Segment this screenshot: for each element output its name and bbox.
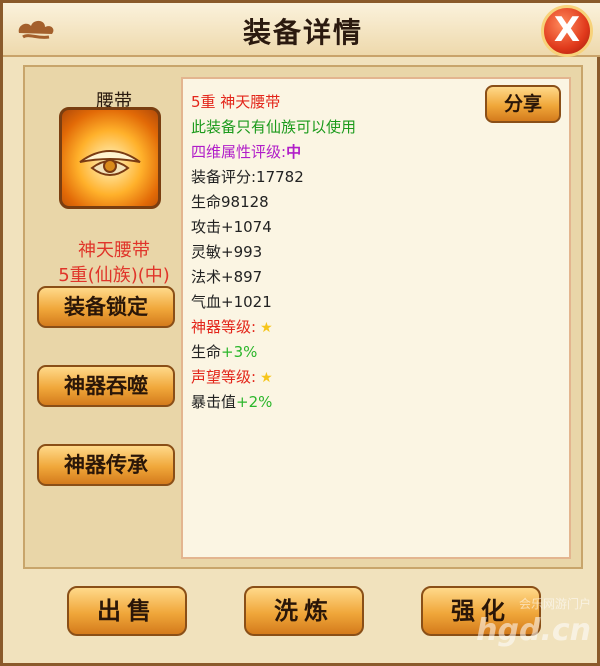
- detail-line-agility: 灵敏+993: [191, 243, 263, 261]
- item-subtitle: 5重(仙族)(中): [58, 265, 170, 286]
- detail-line-score: 装备评分:17782: [191, 168, 304, 186]
- detail-line-artifact-level: 神器等级: ★: [191, 316, 273, 337]
- detail-line-hp: 生命98128: [191, 193, 269, 211]
- detail-line-hp-bonus: 生命+3%: [191, 341, 257, 362]
- hp-bonus-value: +3%: [221, 343, 258, 361]
- wash-button[interactable]: 洗炼: [244, 586, 364, 636]
- detail-line-rank: 5重 神天腰带: [191, 93, 281, 111]
- item-name: 神天腰带: [78, 240, 150, 261]
- detail-line-rating: 四维属性评级:中: [191, 141, 301, 162]
- watermark-line1: 会乐网游门户: [518, 597, 591, 611]
- share-button[interactable]: 分享: [485, 85, 561, 123]
- sell-button[interactable]: 出售: [67, 586, 187, 636]
- detail-line-restriction: 此装备只有仙族可以使用: [191, 118, 357, 136]
- detail-line-crit: 暴击值+2%: [191, 391, 272, 412]
- detail-line-reputation-level: 声望等级: ★: [191, 366, 273, 387]
- equip-lock-button[interactable]: 装备锁定: [37, 286, 175, 328]
- detail-line-vitality: 气血+1021: [191, 293, 272, 311]
- hp-bonus-label: 生命: [191, 343, 222, 361]
- detail-line-magic: 法术+897: [191, 268, 263, 286]
- rating-label: 四维属性评级:: [191, 143, 287, 161]
- detail-line-attack: 攻击+1074: [191, 218, 272, 236]
- reputation-level-label: 声望等级:: [191, 368, 257, 386]
- crit-value: +2%: [236, 393, 273, 411]
- title-bar: 装备详情: [3, 3, 600, 57]
- star-icon: ★: [260, 320, 273, 336]
- close-button[interactable]: X: [541, 5, 593, 57]
- artifact-devour-button[interactable]: 神器吞噬: [37, 365, 175, 407]
- window-title: 装备详情: [242, 16, 363, 49]
- equipment-detail-window: 装备详情 X 腰带 神天腰带 5重(仙族)(中) 装备锁定 神器吞噬 神器传承 …: [0, 0, 600, 666]
- belt-icon: [79, 150, 141, 176]
- item-details-panel: 分享 5重 神天腰带 此装备只有仙族可以使用 四维属性评级:中 装备评分:177…: [181, 77, 571, 559]
- star-icon: ★: [260, 370, 273, 386]
- rating-value: 中: [286, 143, 302, 161]
- watermark-line2: hgd.cn: [476, 613, 591, 648]
- watermark: 会乐网游门户 hgd.cn: [451, 595, 591, 655]
- artifact-inherit-button[interactable]: 神器传承: [37, 444, 175, 486]
- belt-item-icon[interactable]: [59, 107, 161, 209]
- crit-label: 暴击值: [191, 393, 237, 411]
- artifact-level-label: 神器等级:: [191, 318, 257, 336]
